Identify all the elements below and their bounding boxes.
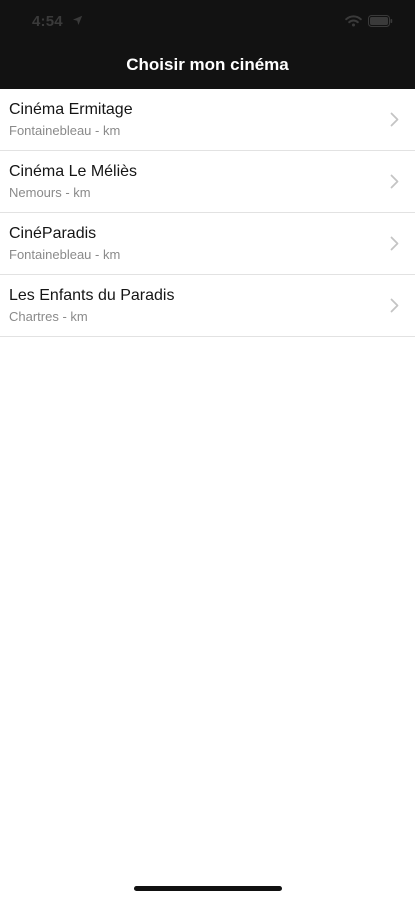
status-time: 4:54 xyxy=(32,13,63,30)
cinema-name: Cinéma Ermitage xyxy=(9,101,133,118)
status-bar: 4:54 xyxy=(0,0,415,46)
cinema-row-les-enfants-du-paradis[interactable]: Les Enfants du Paradis Chartres - km xyxy=(0,275,415,337)
battery-icon xyxy=(368,15,393,27)
home-indicator[interactable] xyxy=(134,886,282,891)
page-title: Choisir mon cinéma xyxy=(126,55,289,74)
chevron-right-icon xyxy=(390,298,399,313)
cinema-location: Fontainebleau - km xyxy=(9,247,121,262)
cinema-location: Fontainebleau - km xyxy=(9,123,121,138)
cinema-list: Cinéma Ermitage Fontainebleau - km Ciném… xyxy=(0,89,415,337)
chevron-right-icon xyxy=(390,236,399,251)
chevron-right-icon xyxy=(390,174,399,189)
cinema-location: Chartres - km xyxy=(9,309,88,324)
chevron-right-icon xyxy=(390,112,399,127)
wifi-icon xyxy=(345,15,362,27)
cinema-name: Cinéma Le Méliès xyxy=(9,163,138,180)
cinema-name: Les Enfants du Paradis xyxy=(9,287,175,304)
navigation-header: 4:54 Choisir mon cinéma xyxy=(0,0,415,89)
cinema-row-cinema-ermitage[interactable]: Cinéma Ermitage Fontainebleau - km xyxy=(0,89,415,151)
location-arrow-icon xyxy=(73,15,83,25)
cinema-name: CinéParadis xyxy=(9,225,97,242)
cinema-picker-screen: 4:54 Choisir mon cinéma Cinéma Ermitage … xyxy=(0,0,415,900)
cinema-location: Nemours - km xyxy=(9,185,91,200)
cinema-row-cinema-le-melies[interactable]: Cinéma Le Méliès Nemours - km xyxy=(0,151,415,213)
cinema-row-cineparadis[interactable]: CinéParadis Fontainebleau - km xyxy=(0,213,415,275)
